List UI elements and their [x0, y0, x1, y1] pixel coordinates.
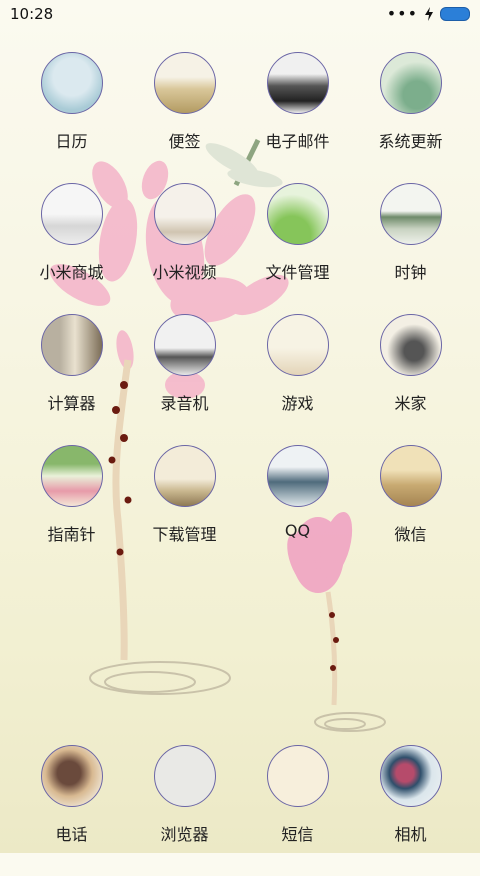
app-wechat[interactable]: 微信 — [354, 445, 467, 576]
app-label: 微信 — [394, 525, 427, 544]
app-label: 相机 — [394, 825, 427, 844]
status-icons: ••• — [387, 6, 470, 22]
dock-app-camera[interactable]: 相机 — [354, 745, 467, 876]
camera-icon[interactable] — [379, 745, 442, 807]
mijia-icon[interactable] — [379, 314, 442, 376]
notes-icon[interactable] — [153, 52, 216, 114]
file-manager-icon[interactable] — [266, 183, 329, 245]
app-label: 便签 — [168, 132, 201, 151]
app-mijia[interactable]: 米家 — [354, 314, 467, 445]
app-label: 米家 — [394, 394, 427, 413]
app-downloads[interactable]: 下载管理 — [128, 445, 241, 576]
qq-icon[interactable] — [266, 445, 329, 507]
app-label: 下载管理 — [152, 525, 217, 544]
app-system-update[interactable]: 系统更新 — [354, 52, 467, 183]
app-games[interactable]: 游戏 — [241, 314, 354, 445]
app-mi-video[interactable]: 小米视频 — [128, 183, 241, 314]
app-file-manager[interactable]: 文件管理 — [241, 183, 354, 314]
compass-icon[interactable] — [40, 445, 103, 507]
more-dots-icon: ••• — [386, 4, 418, 23]
app-label: 指南针 — [47, 525, 96, 544]
app-compass[interactable]: 指南针 — [15, 445, 128, 576]
app-label: 系统更新 — [378, 132, 443, 151]
app-label: 电话 — [55, 825, 88, 844]
phone-icon[interactable] — [40, 745, 103, 807]
games-icon[interactable] — [266, 314, 329, 376]
calendar-icon[interactable] — [40, 52, 103, 114]
app-label: QQ — [284, 521, 311, 540]
app-mi-store[interactable]: 小米商城 — [15, 183, 128, 314]
recorder-icon[interactable] — [153, 314, 216, 376]
app-label: 游戏 — [281, 394, 314, 413]
mi-store-icon[interactable] — [40, 183, 103, 245]
app-label: 录音机 — [160, 394, 209, 413]
app-grid: 日历 便签 电子邮件 系统更新小米商城 小米视频 文件管理 时钟计算器 录音机 游戏 米家指南针 下… — [0, 52, 480, 576]
charging-bolt-icon — [425, 7, 433, 21]
app-label: 小米视频 — [152, 263, 217, 282]
app-recorder[interactable]: 录音机 — [128, 314, 241, 445]
app-clock[interactable]: 时钟 — [354, 183, 467, 314]
dock-app-phone[interactable]: 电话 — [15, 745, 128, 876]
dock: 电话 浏览器 短信 相机 — [0, 745, 480, 876]
app-email[interactable]: 电子邮件 — [241, 52, 354, 183]
app-calculator[interactable]: 计算器 — [15, 314, 128, 445]
calculator-icon[interactable] — [40, 314, 103, 376]
app-calendar[interactable]: 日历 — [15, 52, 128, 183]
app-label: 浏览器 — [160, 825, 209, 844]
downloads-icon[interactable] — [153, 445, 216, 507]
dock-app-browser[interactable]: 浏览器 — [128, 745, 241, 876]
app-label: 小米商城 — [39, 263, 104, 282]
clock-icon[interactable] — [379, 183, 442, 245]
app-label: 电子邮件 — [265, 132, 330, 151]
status-time: 10:28 — [10, 5, 54, 23]
wechat-icon[interactable] — [379, 445, 442, 507]
app-label: 时钟 — [394, 263, 427, 282]
app-label: 计算器 — [47, 394, 96, 413]
email-icon[interactable] — [266, 52, 329, 114]
app-notes[interactable]: 便签 — [128, 52, 241, 183]
mi-video-icon[interactable] — [153, 183, 216, 245]
app-label: 文件管理 — [265, 263, 330, 282]
app-qq[interactable]: QQ — [241, 445, 354, 576]
battery-icon — [440, 7, 470, 21]
app-label: 短信 — [281, 825, 314, 844]
dock-app-messages[interactable]: 短信 — [241, 745, 354, 876]
system-update-icon[interactable] — [379, 52, 442, 114]
messages-icon[interactable] — [266, 745, 329, 807]
status-bar: 10:28 ••• — [0, 0, 480, 28]
app-label: 日历 — [55, 132, 88, 151]
browser-icon[interactable] — [153, 745, 216, 807]
